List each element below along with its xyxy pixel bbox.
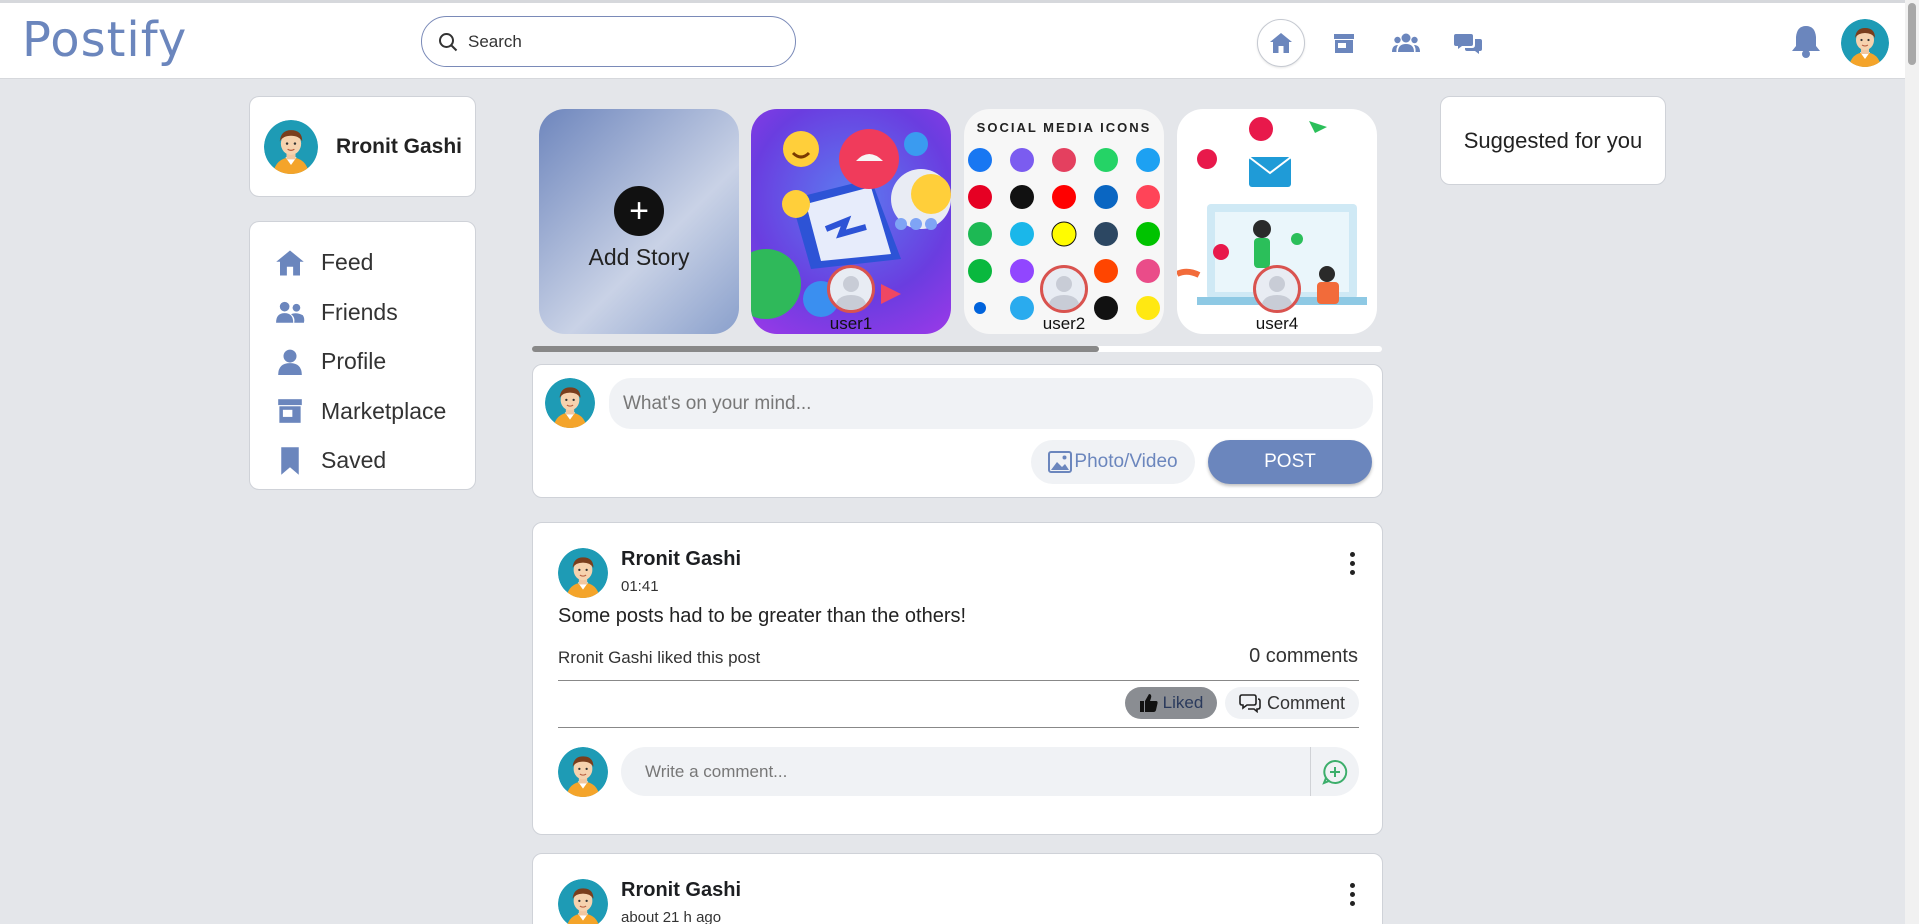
sidebar-item-label: Saved bbox=[321, 447, 387, 474]
sidebar-item-friends[interactable]: Friends bbox=[250, 288, 475, 338]
thumbs-up-icon bbox=[1139, 694, 1158, 712]
profile-name: Rronit Gashi bbox=[336, 134, 463, 158]
comment-input[interactable]: Write a comment... bbox=[621, 747, 1310, 796]
page-scrollbar-thumb[interactable] bbox=[1908, 3, 1916, 65]
sidebar-menu: Feed Friends Profile Marketplace Saved bbox=[249, 221, 476, 490]
post-timestamp: 01:41 bbox=[621, 578, 659, 595]
friends-icon bbox=[1392, 33, 1420, 52]
post-author[interactable]: Rronit Gashi bbox=[621, 879, 741, 902]
more-options-icon[interactable] bbox=[1342, 880, 1362, 908]
search-input[interactable]: Search bbox=[421, 16, 796, 67]
store-icon bbox=[278, 399, 302, 424]
story-card[interactable]: SOCIAL MEDIA ICONS user2 bbox=[964, 109, 1164, 334]
avatar[interactable] bbox=[558, 548, 608, 598]
person-icon bbox=[278, 349, 302, 375]
avatar[interactable] bbox=[558, 879, 608, 924]
post-likes-text: Rronit Gashi liked this post bbox=[558, 648, 761, 667]
sidebar-item-label: Feed bbox=[321, 249, 374, 276]
avatar bbox=[264, 120, 318, 174]
friends-icon bbox=[276, 302, 305, 323]
stories-scrollbar[interactable] bbox=[532, 346, 1382, 352]
story-username: user2 bbox=[1042, 314, 1086, 333]
comment-label: Comment bbox=[1266, 692, 1346, 713]
comment-button[interactable]: Comment bbox=[1225, 687, 1359, 719]
avatar bbox=[545, 378, 595, 428]
photo-video-label: Photo/Video bbox=[1074, 451, 1178, 472]
composer-input[interactable]: What's on your mind... bbox=[609, 378, 1373, 429]
post-comments-count[interactable]: 0 comments bbox=[1249, 645, 1358, 668]
bookmark-icon bbox=[281, 447, 299, 475]
sidebar-item-label: Profile bbox=[321, 348, 387, 375]
nav-chat-button[interactable] bbox=[1444, 19, 1492, 67]
nav-home-button[interactable] bbox=[1257, 19, 1305, 67]
story-username: user1 bbox=[829, 314, 873, 333]
page-scrollbar[interactable] bbox=[1905, 0, 1919, 924]
avatar bbox=[558, 747, 608, 797]
chat-icon bbox=[1454, 34, 1482, 54]
suggested-panel: Suggested for you bbox=[1440, 96, 1666, 185]
notifications-button[interactable] bbox=[1791, 24, 1821, 63]
send-comment-button[interactable] bbox=[1310, 747, 1359, 796]
comment-icon bbox=[1239, 694, 1261, 713]
sidebar-item-saved[interactable]: Saved bbox=[250, 436, 475, 486]
story-user-avatar bbox=[1040, 265, 1088, 313]
search-icon bbox=[439, 32, 458, 51]
post-text: Some posts had to be greater than the ot… bbox=[558, 605, 967, 627]
app-logo[interactable]: Postify bbox=[22, 12, 187, 68]
story-username: user4 bbox=[1255, 314, 1299, 333]
story-card[interactable]: user4 bbox=[1177, 109, 1377, 334]
sidebar-item-marketplace[interactable]: Marketplace bbox=[250, 387, 475, 437]
marketplace-icon bbox=[1334, 34, 1354, 53]
top-bar: Postify Search bbox=[0, 0, 1919, 79]
post-card: Rronit Gashi about 21 h ago bbox=[532, 853, 1383, 924]
plus-icon: + bbox=[614, 186, 664, 236]
sidebar-item-feed[interactable]: Feed bbox=[250, 238, 475, 288]
add-story-label: Add Story bbox=[588, 244, 690, 270]
liked-label: Liked bbox=[1162, 693, 1204, 712]
person-icon bbox=[835, 276, 867, 310]
more-options-icon[interactable] bbox=[1342, 549, 1362, 577]
post-author[interactable]: Rronit Gashi bbox=[621, 548, 741, 571]
sidebar-item-label: Friends bbox=[321, 298, 398, 325]
photo-video-button[interactable]: Photo/Video bbox=[1031, 440, 1195, 484]
post-card: Rronit Gashi 01:41 Some posts had to be … bbox=[532, 522, 1383, 835]
person-icon bbox=[1261, 276, 1293, 310]
story-card[interactable]: user1 bbox=[751, 109, 951, 334]
home-icon bbox=[276, 250, 304, 276]
post-button-label: POST bbox=[1264, 451, 1316, 472]
sidebar-item-profile[interactable]: Profile bbox=[250, 337, 475, 387]
post-composer: What's on your mind... Photo/Video POST bbox=[532, 364, 1383, 498]
composer-placeholder: What's on your mind... bbox=[623, 392, 812, 414]
stories-scrollbar-thumb[interactable] bbox=[532, 346, 1099, 352]
story-user-avatar bbox=[827, 265, 875, 313]
search-placeholder: Search bbox=[468, 31, 522, 51]
story-user-avatar bbox=[1253, 265, 1301, 313]
comment-placeholder: Write a comment... bbox=[645, 761, 788, 781]
divider bbox=[558, 727, 1359, 728]
divider bbox=[558, 680, 1359, 681]
post-timestamp: about 21 h ago bbox=[621, 909, 722, 924]
nav-marketplace-button[interactable] bbox=[1320, 19, 1368, 67]
user-avatar-menu[interactable] bbox=[1841, 19, 1889, 67]
profile-card[interactable]: Rronit Gashi bbox=[249, 96, 476, 197]
sidebar-item-label: Marketplace bbox=[321, 397, 447, 424]
person-icon bbox=[1048, 276, 1080, 310]
suggested-title: Suggested for you bbox=[1463, 127, 1643, 153]
nav-friends-button[interactable] bbox=[1382, 19, 1430, 67]
add-comment-icon bbox=[1322, 759, 1348, 785]
image-icon bbox=[1048, 451, 1073, 473]
bell-icon bbox=[1792, 26, 1820, 58]
home-icon bbox=[1270, 33, 1292, 53]
post-button[interactable]: POST bbox=[1208, 440, 1372, 484]
add-story-button[interactable]: + Add Story bbox=[539, 109, 739, 334]
liked-button[interactable]: Liked bbox=[1125, 687, 1217, 719]
